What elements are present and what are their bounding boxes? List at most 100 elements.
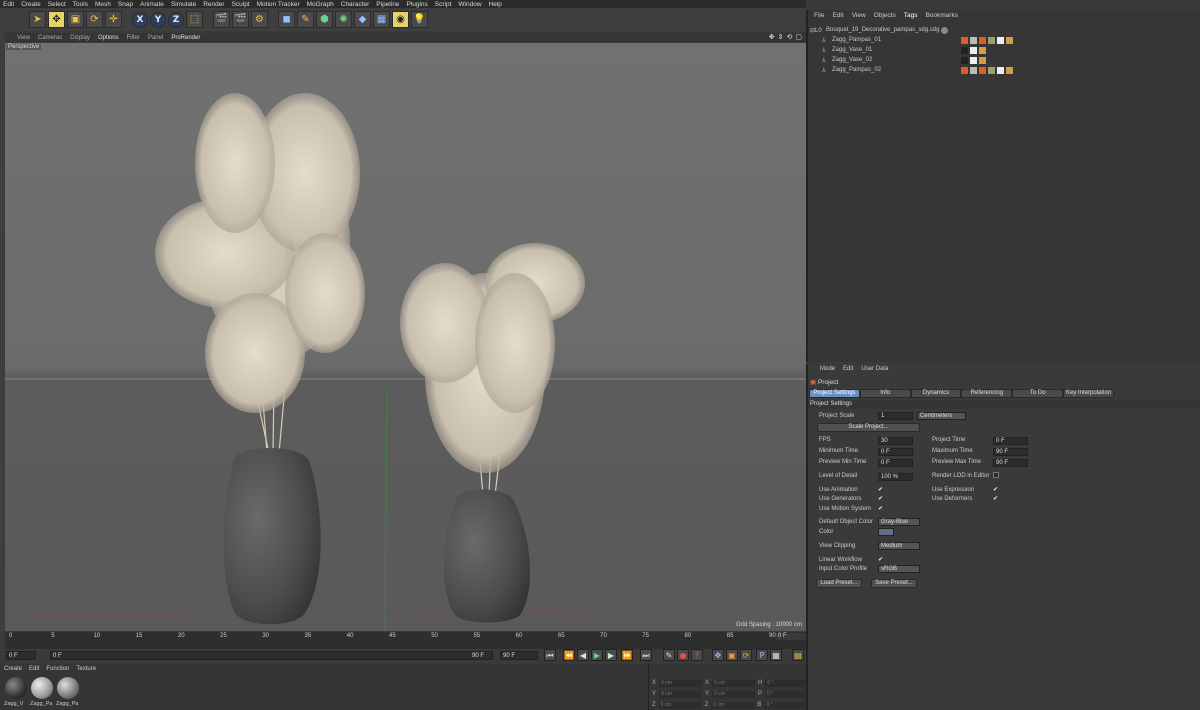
tab-info[interactable]: Info bbox=[859, 389, 911, 398]
camera-icon[interactable]: ◉ bbox=[392, 11, 409, 28]
play-icon[interactable]: ▶ bbox=[591, 649, 603, 661]
cube-icon[interactable]: ◼ bbox=[278, 11, 295, 28]
input-color-dropdown[interactable]: sRGB bbox=[878, 565, 920, 573]
render-settings-icon[interactable]: ⚙ bbox=[251, 11, 268, 28]
material-swatch-1[interactable] bbox=[5, 677, 27, 699]
checker-tag-icon[interactable] bbox=[997, 36, 1004, 44]
object-row-root[interactable]: ⊟L0 Bouquet_19_Decorative_pampas_sdg.sdg bbox=[808, 25, 1200, 35]
tag-icon[interactable] bbox=[979, 46, 986, 54]
project-time-field[interactable]: 0 F bbox=[993, 437, 1028, 445]
pan-icon[interactable]: ✥ bbox=[769, 33, 775, 41]
menu-animate[interactable]: Animate bbox=[140, 1, 164, 8]
material-tag-icon[interactable] bbox=[970, 66, 977, 74]
timeline-window-icon[interactable]: ▤ bbox=[792, 649, 804, 661]
vp-menu-panel[interactable]: Panel bbox=[148, 35, 163, 41]
menu-plugins[interactable]: Plugins bbox=[406, 1, 427, 8]
pen-spline-icon[interactable]: ✎ bbox=[297, 11, 314, 28]
vp-menu-display[interactable]: Display bbox=[70, 35, 90, 41]
render-lod-checkbox[interactable] bbox=[993, 472, 999, 478]
tab-project-settings[interactable]: Project Settings bbox=[809, 389, 860, 398]
menu-edit[interactable]: Edit bbox=[3, 1, 14, 8]
material-tag-icon[interactable] bbox=[988, 66, 995, 74]
menu-mesh[interactable]: Mesh bbox=[95, 1, 111, 8]
use-motion-checkbox[interactable]: ✔ bbox=[878, 505, 883, 512]
checker-tag-icon[interactable] bbox=[970, 56, 977, 64]
menu-help[interactable]: Help bbox=[489, 1, 502, 8]
tab-dynamics[interactable]: Dynamics bbox=[910, 389, 962, 398]
use-deformers-checkbox[interactable]: ✔ bbox=[993, 495, 998, 502]
menu-snap[interactable]: Snap bbox=[118, 1, 133, 8]
tag-icon[interactable] bbox=[979, 66, 986, 74]
menu-sculpt[interactable]: Sculpt bbox=[232, 1, 250, 8]
viewport-3d[interactable]: Perspective Grid Spacing : 10000 cm bbox=[5, 43, 806, 631]
scale-tool-icon[interactable]: ▣ bbox=[67, 11, 84, 28]
move-tool-icon[interactable]: ✥ bbox=[48, 11, 65, 28]
object-row[interactable]: ⅄ Zagg_Pampas_02 bbox=[808, 65, 1200, 75]
key-param-icon[interactable]: P bbox=[756, 649, 768, 661]
x-axis-icon[interactable]: X bbox=[132, 11, 148, 28]
om-menu-edit[interactable]: Edit bbox=[832, 12, 843, 19]
subdivision-icon[interactable]: ⬢ bbox=[316, 11, 333, 28]
record-icon[interactable]: ● bbox=[677, 649, 689, 661]
lod-field[interactable]: 100 % bbox=[878, 473, 913, 481]
menu-render[interactable]: Render bbox=[203, 1, 224, 8]
object-row[interactable]: ⅄ Zagg_Vase_01 bbox=[808, 45, 1200, 55]
load-preset-button[interactable]: Load Preset... bbox=[816, 579, 862, 588]
vp-menu-options[interactable]: Options bbox=[98, 35, 119, 41]
record-keys-icon[interactable]: ✎ bbox=[663, 649, 675, 661]
mat-menu-create[interactable]: Create bbox=[4, 666, 22, 672]
om-menu-view[interactable]: View bbox=[852, 12, 866, 19]
material-tag-icon[interactable] bbox=[988, 36, 995, 44]
orbit-icon[interactable]: ⟲ bbox=[787, 33, 793, 41]
menu-tools[interactable]: Tools bbox=[73, 1, 88, 8]
light-icon[interactable]: 💡 bbox=[411, 11, 428, 28]
select-tool-icon[interactable]: ➤ bbox=[29, 11, 46, 28]
key-pla-icon[interactable]: ▦ bbox=[770, 649, 782, 661]
preview-min-field[interactable]: 0 F bbox=[878, 459, 913, 467]
material-tag-icon[interactable] bbox=[961, 56, 968, 64]
om-menu-objects[interactable]: Objects bbox=[874, 12, 896, 19]
menu-window[interactable]: Window bbox=[458, 1, 481, 8]
am-menu-user-data[interactable]: User Data bbox=[861, 366, 888, 372]
mat-menu-function[interactable]: Function bbox=[46, 666, 69, 672]
default-color-dropdown[interactable]: Gray-Blue bbox=[878, 518, 920, 526]
fps-field[interactable]: 30 bbox=[878, 437, 913, 445]
rotate-tool-icon[interactable]: ⟳ bbox=[86, 11, 103, 28]
key-position-icon[interactable]: ✥ bbox=[712, 649, 724, 661]
array-icon[interactable]: ✺ bbox=[335, 11, 352, 28]
tab-referencing[interactable]: Referencing bbox=[961, 389, 1013, 398]
object-row[interactable]: ⅄ Zagg_Vase_02 bbox=[808, 55, 1200, 65]
size-y-field[interactable]: 0 cm bbox=[712, 691, 756, 698]
object-row[interactable]: ⅄ Zagg_Pampas_01 bbox=[808, 35, 1200, 45]
menu-simulate[interactable]: Simulate bbox=[171, 1, 196, 8]
menu-pipeline[interactable]: Pipeline bbox=[376, 1, 399, 8]
vp-menu-prorender[interactable]: ProRender bbox=[171, 35, 200, 41]
rot-b-field[interactable]: 0 ° bbox=[764, 702, 808, 709]
tag-icon[interactable] bbox=[1006, 36, 1013, 44]
am-menu-edit[interactable]: Edit bbox=[843, 366, 853, 372]
linear-workflow-checkbox[interactable]: ✔ bbox=[878, 556, 883, 563]
maximize-icon[interactable]: ▢ bbox=[795, 33, 802, 41]
scale-project-button[interactable]: Scale Project... bbox=[817, 423, 920, 432]
object-tags[interactable] bbox=[961, 36, 1013, 44]
use-animation-checkbox[interactable]: ✔ bbox=[878, 486, 883, 493]
pos-y-field[interactable]: 0 cm bbox=[659, 691, 703, 698]
next-key-icon[interactable]: ⏩ bbox=[621, 649, 633, 661]
menu-script[interactable]: Script bbox=[435, 1, 452, 8]
project-scale-unit-dropdown[interactable]: Centimeters bbox=[917, 412, 966, 420]
min-time-field[interactable]: 0 F bbox=[878, 448, 913, 456]
deformer-icon[interactable]: ◆ bbox=[354, 11, 371, 28]
tag-icon[interactable] bbox=[979, 56, 986, 64]
color-swatch[interactable] bbox=[878, 528, 894, 536]
tab-to-do[interactable]: To Do bbox=[1012, 389, 1064, 398]
use-expression-checkbox[interactable]: ✔ bbox=[993, 486, 998, 493]
checker-tag-icon[interactable] bbox=[970, 46, 977, 54]
tag-icon[interactable] bbox=[961, 66, 968, 74]
frame-range-slider[interactable]: 0 F 90 F bbox=[50, 651, 493, 660]
checker-tag-icon[interactable] bbox=[997, 66, 1004, 74]
z-axis-icon[interactable]: Z bbox=[168, 11, 184, 28]
menu-mograph[interactable]: MoGraph bbox=[307, 1, 334, 8]
transform-tool-icon[interactable]: ✛ bbox=[105, 11, 122, 28]
render-view-icon[interactable]: 🎬 bbox=[213, 11, 230, 28]
autokey-icon[interactable]: ? bbox=[691, 649, 703, 661]
